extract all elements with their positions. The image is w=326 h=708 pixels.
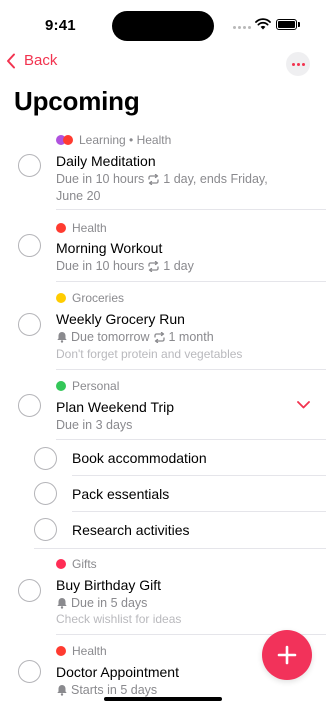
complete-checkbox[interactable] [18,579,41,602]
repeat-icon [148,174,159,185]
subtask-title[interactable]: Pack essentials [72,486,169,502]
back-label: Back [24,52,58,69]
complete-checkbox[interactable] [34,447,57,470]
battery-tip [298,22,300,27]
repeat-icon [148,261,159,272]
list-item: Gifts Buy Birthday Gift Due in 5 days Ch… [0,549,326,635]
list-color-dot [56,381,66,391]
navigation-bar: Back [0,50,326,80]
reminder-title[interactable]: Buy Birthday Gift [56,577,161,593]
cellular-signal-icon [233,26,251,29]
subtask-item: Book accommodation [0,440,326,476]
subtask-title[interactable]: Book accommodation [72,450,207,466]
list-item: Groceries Weekly Grocery Run Due tomorro… [0,282,326,370]
battery-icon [276,19,297,30]
reminder-title[interactable]: Doctor Appointment [56,664,179,680]
complete-checkbox[interactable] [18,154,41,177]
reminder-due: Due in 3 days [56,418,133,432]
list-color-dot [56,559,66,569]
back-button[interactable]: Back [6,52,57,69]
reminder-note: Check wishlist for ideas [56,612,182,626]
complete-checkbox[interactable] [34,518,57,541]
list-tags: Learning • Health [56,133,171,147]
list-item: Personal Plan Weekend Trip Due in 3 days [0,370,326,440]
reminder-note: Don't forget protein and vegetables [56,347,243,361]
wifi-icon [255,18,271,30]
list-item: Learning • Health Daily Meditation Due i… [0,128,326,210]
home-indicator[interactable] [104,697,222,701]
chevron-down-icon[interactable] [297,401,310,409]
list-tags: Gifts [56,557,97,571]
list-tags: Groceries [56,291,124,305]
ellipsis-icon [291,62,295,66]
list-color-dot [56,646,66,656]
list-tags: Health [56,644,107,658]
reminder-title[interactable]: Plan Weekend Trip [56,399,174,415]
complete-checkbox[interactable] [18,660,41,683]
complete-checkbox[interactable] [18,394,41,417]
subtask-item: Research activities [0,512,326,549]
reminder-title[interactable]: Morning Workout [56,240,162,256]
list-color-dot [56,293,66,303]
list-color-dot [56,223,66,233]
list-item: Health Morning Workout Due in 10 hours 1 … [0,210,326,282]
subtask-title[interactable]: Research activities [72,522,190,538]
plus-icon [277,645,297,665]
reminder-title[interactable]: Weekly Grocery Run [56,311,185,327]
reminder-due: Due in 5 days [56,595,147,612]
status-bar: 9:41 [0,0,326,50]
reminder-due: Due in 10 hours 1 day, ends Friday, June … [56,172,268,203]
list-tags: Health [56,221,107,235]
list-tags: Personal [56,379,119,393]
add-reminder-button[interactable] [262,630,312,680]
chevron-left-icon [7,53,15,68]
more-options-button[interactable] [286,52,310,76]
reminder-due: Due in 10 hours 1 day [56,259,194,273]
dynamic-island [112,11,214,41]
subtask-item: Pack essentials [0,476,326,512]
bell-alarm-icon [57,332,67,343]
page-title: Upcoming [14,86,140,116]
reminder-due: Due tomorrow 1 month [56,329,214,346]
reminder-list: Learning • Health Daily Meditation Due i… [0,128,326,697]
repeat-icon [153,332,165,343]
complete-checkbox[interactable] [18,234,41,257]
complete-checkbox[interactable] [34,482,57,505]
complete-checkbox[interactable] [18,313,41,336]
bell-alarm-icon [57,598,67,609]
status-time: 9:41 [45,17,76,34]
list-color-dots [56,135,73,145]
bell-alarm-icon [57,685,67,696]
reminder-title[interactable]: Daily Meditation [56,153,156,169]
